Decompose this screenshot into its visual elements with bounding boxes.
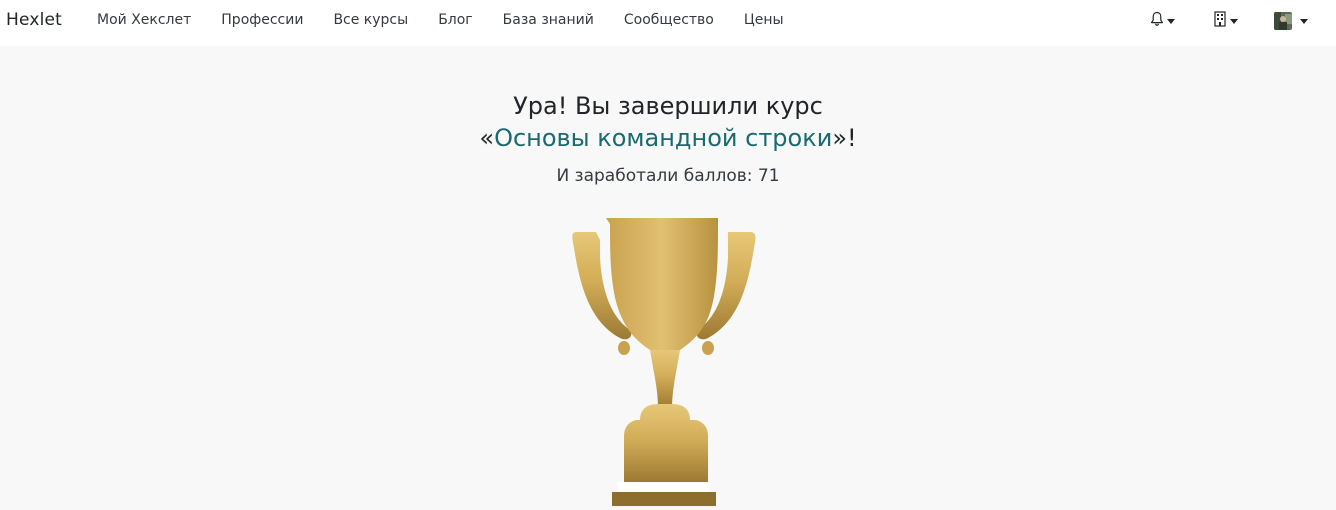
course-link[interactable]: Основы командной строки [494,124,832,152]
trophy-image [568,214,764,510]
completion-title: Ура! Вы завершили курс [513,92,823,120]
quote-open: « [479,124,495,152]
chevron-down-icon [1300,18,1308,24]
notifications-dropdown[interactable] [1150,10,1175,32]
quote-close: »! [832,124,857,152]
nav-link-all-courses[interactable]: Все курсы [333,12,408,28]
nav-link-community[interactable]: Сообщество [624,12,714,28]
brand-logo[interactable]: Hexlet [6,10,62,30]
score-text: И заработали баллов: 71 [556,166,780,186]
chevron-down-icon [1230,18,1238,24]
building-icon [1213,11,1227,31]
nav-link-professions[interactable]: Профессии [221,12,303,28]
course-completion-hero: Ура! Вы завершили курс «Основы командной… [0,46,1336,203]
organization-dropdown[interactable] [1213,10,1238,32]
user-menu-dropdown[interactable] [1274,10,1308,32]
nav-link-my-hexlet[interactable]: Мой Хекслет [97,12,191,28]
avatar [1274,12,1292,30]
nav-link-pricing[interactable]: Цены [744,12,784,28]
bell-icon [1150,11,1164,31]
nav-link-blog[interactable]: Блог [438,12,472,28]
chevron-down-icon [1167,18,1175,24]
nav-links: Мой Хекслет Профессии Все курсы Блог Баз… [97,12,814,28]
completed-course-line: «Основы командной строки»! [0,122,1336,154]
nav-link-knowledge-base[interactable]: База знаний [503,12,594,28]
top-navbar: Hexlet Мой Хекслет Профессии Все курсы Б… [0,0,1336,46]
